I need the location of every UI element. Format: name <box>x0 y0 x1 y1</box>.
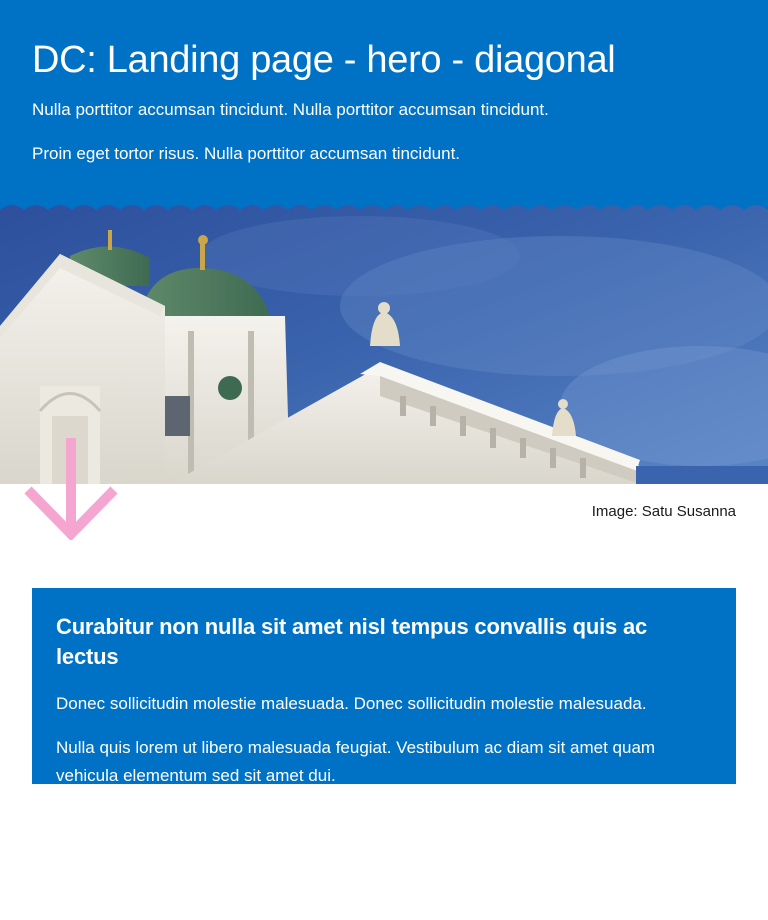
highlight-card: Curabitur non nulla sit amet nisl tempus… <box>32 588 736 785</box>
hero-section: DC: Landing page - hero - diagonal Nulla… <box>0 0 768 210</box>
wave-divider <box>0 196 768 210</box>
hero-paragraph: Nulla porttitor accumsan tincidunt. Null… <box>32 100 549 119</box>
card-paragraph: Nulla quis lorem ut libero malesuada feu… <box>56 738 656 785</box>
image-credit: Image: Satu Susanna <box>591 503 736 520</box>
page-title: DC: Landing page - hero - diagonal <box>32 39 616 81</box>
card-paragraph: Donec sollicitudin molestie malesuada. D… <box>56 694 647 713</box>
hero-paragraph: Proin eget tortor risus. Nulla porttitor… <box>32 144 461 163</box>
arrow-down-icon <box>24 438 118 540</box>
card-title: Curabitur non nulla sit amet nisl tempus… <box>56 614 648 669</box>
